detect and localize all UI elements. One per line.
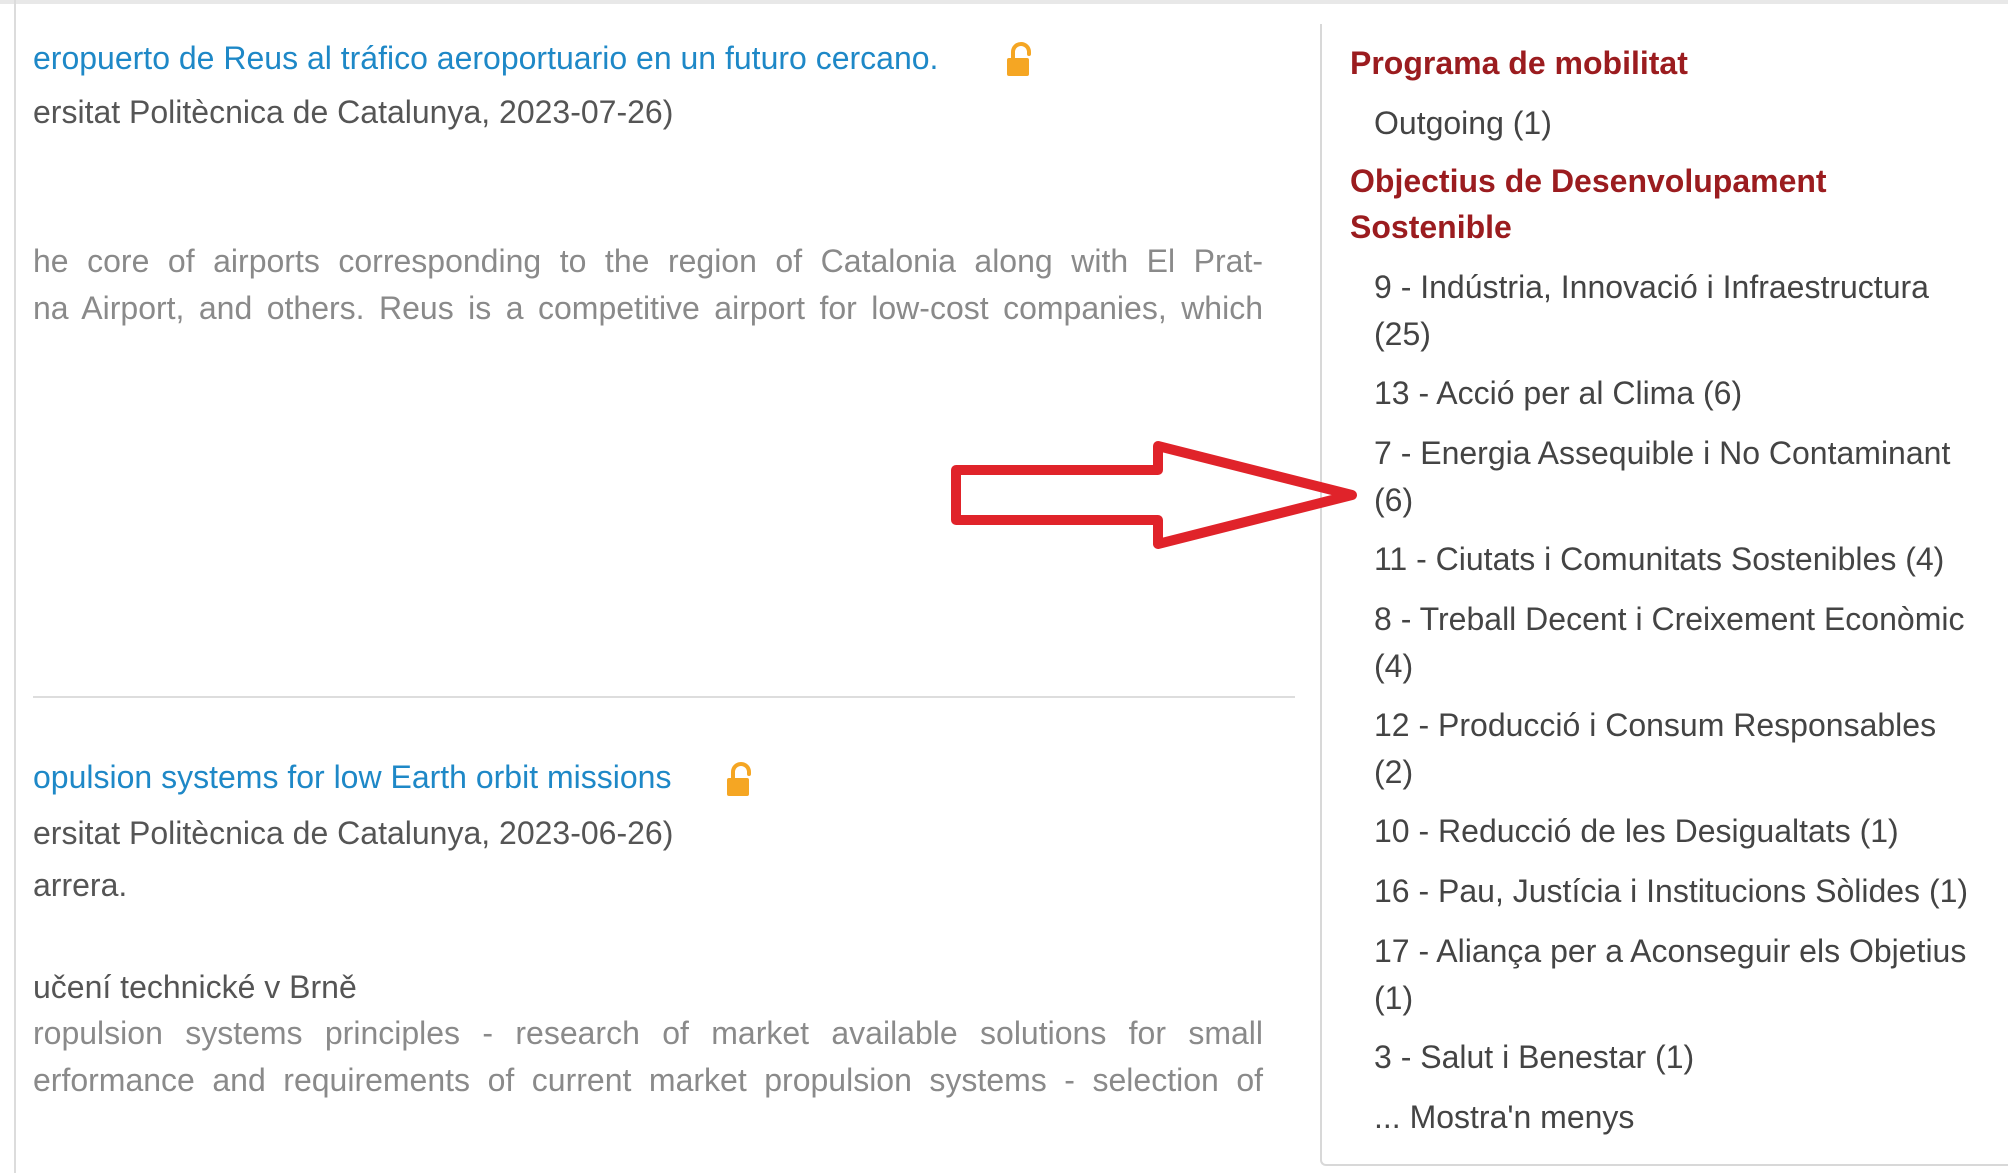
result-meta-extra: arrera. xyxy=(33,867,128,903)
facet-item-label: 8 - Treball Decent i Creixement Econòmic xyxy=(1374,601,1965,637)
facet-item-ods-13[interactable]: 13 - Acció per al Clima (6) xyxy=(1374,370,2008,417)
abstract-line: he core of airports corresponding to the… xyxy=(33,243,1263,279)
open-lock-icon xyxy=(1007,42,1031,76)
facet-item-label: 7 - Energia Assequible i No Contaminant xyxy=(1374,435,1951,471)
results-list: eropuerto de Reus al tráfico aeroportuar… xyxy=(33,0,1295,1173)
abstract-line: ropulsion systems principles - research … xyxy=(33,1015,1263,1051)
facet-heading-ods: Objectius de Desenvolupament Sostenible xyxy=(1350,158,1827,250)
facet-item-outgoing[interactable]: Outgoing (1) xyxy=(1374,100,2008,147)
result-title-link[interactable]: eropuerto de Reus al tráfico aeroportuar… xyxy=(33,38,938,78)
facet-heading-line: Objectius de Desenvolupament xyxy=(1350,163,1827,199)
abstract-line: erformance and requirements of current m… xyxy=(33,1062,1263,1098)
facet-item-label: 12 - Producció i Consum Responsables xyxy=(1374,707,1937,743)
facet-item-label: 17 - Aliança per a Aconseguir els Objeti… xyxy=(1374,933,1967,969)
show-less-link[interactable]: ... Mostra'n menys xyxy=(1374,1094,2008,1141)
facet-item-ods-3[interactable]: 3 - Salut i Benestar (1) xyxy=(1374,1034,2008,1081)
facet-item-ods-11[interactable]: 11 - Ciutats i Comunitats Sostenibles (4… xyxy=(1374,536,2008,583)
result-abstract: he core of airports corresponding to the… xyxy=(33,238,1263,332)
facet-item-count: (2) xyxy=(1374,754,1414,790)
result-meta: ersitat Politècnica de Catalunya, 2023-0… xyxy=(33,94,674,130)
facet-heading-mobility: Programa de mobilitat xyxy=(1350,45,1688,81)
facet-item-count: (1) xyxy=(1374,980,1414,1016)
facet-item-count: (25) xyxy=(1374,316,1431,352)
facet-item-label: 11 - Ciutats i Comunitats Sostenibles (4… xyxy=(1374,541,1945,577)
result-institution: učení technické v Brně xyxy=(33,969,357,1005)
facet-item-count: (4) xyxy=(1374,648,1414,684)
result-title-link[interactable]: opulsion systems for low Earth orbit mis… xyxy=(33,757,671,797)
open-lock-icon xyxy=(727,762,751,796)
facet-item-label: 9 - Indústria, Innovació i Infraestructu… xyxy=(1374,269,1929,305)
facet-item-ods-8[interactable]: 8 - Treball Decent i Creixement Econòmic… xyxy=(1374,596,2008,690)
facet-item-label: 10 - Reducció de les Desigualtats (1) xyxy=(1374,813,1899,849)
facet-item-ods-9[interactable]: 9 - Indústria, Innovació i Infraestructu… xyxy=(1374,264,2008,358)
result-meta: ersitat Politècnica de Catalunya, 2023-0… xyxy=(33,815,674,851)
facet-item-ods-10[interactable]: 10 - Reducció de les Desigualtats (1) xyxy=(1374,808,2008,855)
facet-item-ods-7[interactable]: 7 - Energia Assequible i No Contaminant … xyxy=(1374,430,2008,524)
result-abstract: ropulsion systems principles - research … xyxy=(33,1010,1263,1104)
facet-item-ods-12[interactable]: 12 - Producció i Consum Responsables (2) xyxy=(1374,702,2008,796)
result-separator xyxy=(33,696,1295,698)
facet-item-ods-16[interactable]: 16 - Pau, Justícia i Institucions Sòlide… xyxy=(1374,868,2008,915)
abstract-line: na Airport, and others. Reus is a compet… xyxy=(33,290,1263,326)
facet-item-label: 16 - Pau, Justícia i Institucions Sòlide… xyxy=(1374,873,1969,909)
facet-panel: Programa de mobilitat Outgoing (1) Objec… xyxy=(1320,24,2008,1166)
right-arrow-icon xyxy=(951,441,1357,549)
facet-item-ods-17[interactable]: 17 - Aliança per a Aconseguir els Objeti… xyxy=(1374,928,2008,1022)
left-border xyxy=(14,0,16,1173)
facet-heading-line: Sostenible xyxy=(1350,209,1512,245)
facet-item-label: 13 - Acció per al Clima (6) xyxy=(1374,375,1743,411)
facet-item-count: (6) xyxy=(1374,482,1414,518)
facet-item-label: 3 - Salut i Benestar (1) xyxy=(1374,1039,1695,1075)
